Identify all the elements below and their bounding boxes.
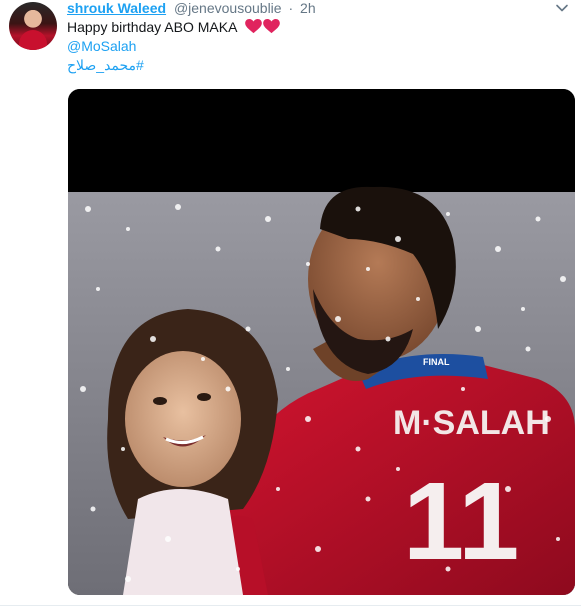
tweet-mention-line: @MoSalah bbox=[67, 37, 281, 56]
tweet-text-line: Happy birthday ABO MAKA bbox=[67, 18, 281, 37]
tweet-hashtag-line: #محمد_صلاح bbox=[67, 56, 281, 75]
avatar[interactable] bbox=[9, 2, 57, 50]
birthday-message: Happy birthday ABO MAKA bbox=[67, 19, 237, 35]
jersey-name: M·SALAH bbox=[393, 404, 550, 442]
timestamp[interactable]: 2h bbox=[300, 0, 316, 16]
jersey-number: 11 bbox=[403, 460, 519, 583]
red-heart-icon bbox=[262, 19, 280, 34]
hearts bbox=[244, 19, 281, 39]
mention-link[interactable]: @MoSalah bbox=[67, 38, 136, 54]
chevron-down-icon[interactable] bbox=[555, 1, 569, 15]
tweet-photo[interactable]: FINAL M·SALAH 11 bbox=[68, 89, 575, 595]
tweet-text: Happy birthday ABO MAKA @MoSalah #محمد_ص… bbox=[67, 18, 281, 75]
tweet[interactable]: shrouk Waleed @jenevousoublie · 2h Happy… bbox=[0, 0, 581, 606]
separator: · bbox=[288, 0, 294, 16]
tweet-header: shrouk Waleed @jenevousoublie · 2h bbox=[67, 0, 316, 16]
author-name[interactable]: shrouk Waleed bbox=[67, 0, 166, 16]
author-handle[interactable]: @jenevousoublie bbox=[174, 0, 282, 16]
hashtag-link[interactable]: #محمد_صلاح bbox=[67, 57, 144, 73]
photo-illustration: FINAL M·SALAH 11 bbox=[68, 89, 575, 595]
collar-text: FINAL bbox=[423, 357, 450, 367]
red-heart-icon bbox=[244, 19, 262, 34]
